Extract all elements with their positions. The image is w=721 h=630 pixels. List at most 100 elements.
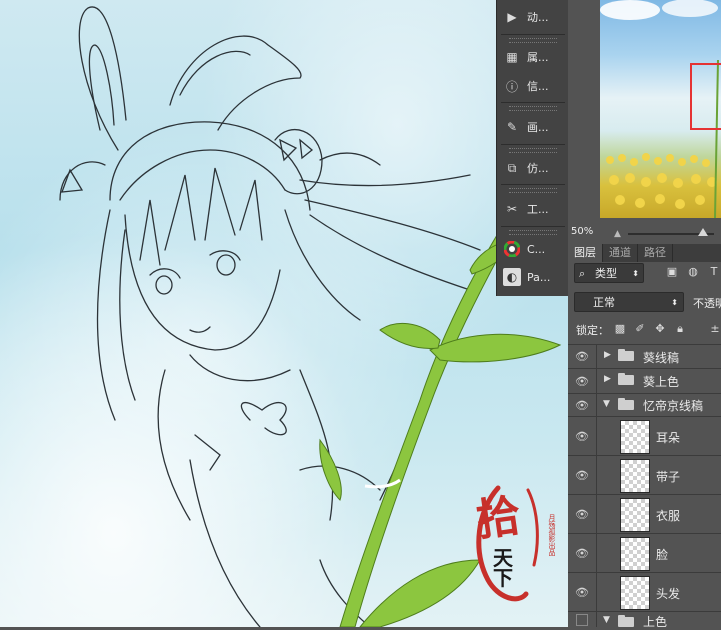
info-icon: ⓘ — [505, 79, 518, 94]
dock-item-color[interactable]: C... — [503, 236, 565, 262]
paths-app-icon: ◐ — [503, 268, 521, 286]
dock-divider — [501, 184, 565, 185]
layer-filter-select[interactable]: ⌕ 类型 ⬍ — [574, 263, 644, 283]
dock-item-label: 属... — [527, 51, 549, 64]
collapse-arrow-icon[interactable]: ▼ — [603, 399, 610, 409]
zoom-out-icon[interactable]: ▲ — [614, 229, 621, 239]
lock-label: 锁定： — [576, 324, 609, 337]
layer-group-row[interactable]: ▼ 上色 — [568, 612, 721, 629]
layers-panel-tabs: 图层 通道 路径 — [568, 244, 721, 262]
folder-open-icon — [618, 615, 634, 627]
image-filter-icon[interactable]: ▣ — [664, 264, 680, 280]
visibility-eye-icon[interactable]: 👁︎ — [568, 573, 597, 611]
tab-channels[interactable]: 通道 — [603, 244, 638, 262]
blend-mode-value: 正常 — [593, 296, 615, 309]
right-panel: 50% ▲ 图层 通道 路径 ⌕ 类型 ⬍ ▣ ◍ T 正常 ⬍ 不透明 锁定：… — [568, 0, 721, 629]
chevron-updown-icon: ⬍ — [632, 269, 639, 278]
blend-mode-select[interactable]: 正常 ⬍ — [574, 292, 684, 312]
navigator-view-box[interactable] — [690, 63, 721, 130]
visibility-eye-icon[interactable]: 👁︎ — [568, 394, 597, 416]
dock-item-properties[interactable]: ▦ 属... — [503, 44, 565, 70]
layer-thumbnail — [620, 459, 650, 493]
artist-seal: 拾 天下 月殇孤影出品 — [468, 470, 560, 610]
lock-image-brush-icon[interactable]: ✐ — [633, 322, 647, 336]
layer-name: 葵线稿 — [643, 351, 680, 365]
dock-divider — [501, 226, 565, 227]
collapsed-panel-dock: ▶ 动... ▦ 属... ⓘ 信... ✎ 画... ⧉ 仿... ✂ 工..… — [496, 0, 570, 296]
layers-list: 👁︎ ▶ 葵线稿 👁︎ ▶ 葵上色 👁︎ ▼ 忆帝京线稿 👁︎ 耳朵 👁︎ 带子 — [568, 344, 721, 629]
tool-presets-icon: ✂ — [506, 202, 518, 216]
chevron-updown-icon: ⬍ — [671, 298, 678, 307]
dock-item-label: 仿... — [527, 162, 549, 175]
layer-group-row[interactable]: 👁︎ ▶ 葵线稿 — [568, 344, 721, 369]
dock-item-actions[interactable]: ▶ 动... — [503, 4, 565, 30]
dock-grip[interactable] — [509, 38, 557, 43]
layer-row[interactable]: 👁︎ 带子 — [568, 456, 721, 495]
layer-name: 葵上色 — [643, 375, 680, 389]
brush-presets-icon: ✎ — [506, 120, 518, 134]
visibility-eye-icon[interactable]: 👁︎ — [568, 417, 597, 455]
properties-icon: ▦ — [506, 50, 518, 64]
layer-row[interactable]: 👁︎ 脸 — [568, 534, 721, 573]
expand-arrow-icon[interactable]: ▶ — [604, 374, 611, 384]
navigator-zoom-row: 50% ▲ — [568, 225, 721, 241]
clone-source-icon: ⧉ — [507, 160, 517, 175]
opacity-label: 不透明 — [693, 297, 721, 310]
play-actions-icon: ▶ — [507, 10, 517, 24]
expand-arrow-icon[interactable]: ▶ — [604, 350, 611, 360]
seal-sub-text: 天下 — [493, 546, 513, 590]
layer-group-row[interactable]: 👁︎ ▶ 葵上色 — [568, 369, 721, 394]
layer-name: 脸 — [656, 548, 669, 562]
zoom-value[interactable]: 50% — [571, 226, 593, 237]
folder-open-icon — [618, 398, 634, 410]
dock-item-paths-app[interactable]: ◐ Pa... — [503, 264, 565, 290]
dock-grip[interactable] — [509, 106, 557, 111]
dock-grip[interactable] — [509, 148, 557, 153]
layer-name: 忆帝京线稿 — [643, 399, 704, 413]
visibility-eye-box[interactable] — [568, 612, 597, 627]
layer-thumbnail — [620, 576, 650, 610]
adjustment-filter-icon[interactable]: ◍ — [685, 264, 701, 280]
visibility-eye-icon[interactable]: 👁︎ — [568, 345, 597, 368]
seal-side-text: 月殇孤影出品 — [548, 514, 556, 556]
layer-row[interactable]: 👁︎ 耳朵 — [568, 417, 721, 456]
document-canvas[interactable]: 拾 天下 月殇孤影出品 — [0, 0, 568, 627]
folder-icon — [618, 349, 634, 361]
layer-name: 头发 — [656, 587, 681, 601]
visibility-eye-icon[interactable]: 👁︎ — [568, 456, 597, 494]
dock-item-brush-presets[interactable]: ✎ 画... — [503, 114, 565, 140]
layer-thumbnail — [620, 537, 650, 571]
tab-paths[interactable]: 路径 — [638, 244, 673, 262]
layer-row[interactable]: 👁︎ 头发 — [568, 573, 721, 612]
navigator-preview[interactable] — [600, 0, 721, 218]
type-filter-icon[interactable]: T — [706, 264, 721, 280]
lock-all-padlock-icon[interactable]: 🔒︎ — [673, 322, 687, 336]
dock-item-label: 动... — [527, 11, 549, 24]
dock-grip[interactable] — [509, 188, 557, 193]
layer-row[interactable]: 👁︎ 衣服 — [568, 495, 721, 534]
dock-item-label: 画... — [527, 121, 549, 134]
lock-transparent-icon[interactable]: ▩ — [613, 322, 627, 336]
layer-thumbnail — [620, 420, 650, 454]
visibility-eye-icon[interactable]: 👁︎ — [568, 369, 597, 393]
zoom-slider-knob[interactable] — [698, 228, 708, 236]
layer-name: 耳朵 — [656, 431, 681, 445]
dock-item-info[interactable]: ⓘ 信... — [503, 73, 565, 99]
dock-item-label: 信... — [527, 80, 549, 93]
layer-name: 带子 — [656, 470, 681, 484]
color-wheel-icon — [503, 240, 521, 258]
dock-item-label: 工... — [527, 203, 549, 216]
visibility-eye-icon[interactable]: 👁︎ — [568, 534, 597, 572]
search-icon: ⌕ — [579, 267, 586, 280]
seal-main-character: 拾 — [473, 490, 524, 547]
lock-position-move-icon[interactable]: ✥ — [653, 322, 667, 336]
dock-item-tool-presets[interactable]: ✂ 工... — [503, 196, 565, 222]
layer-group-row[interactable]: 👁︎ ▼ 忆帝京线稿 — [568, 394, 721, 417]
dock-grip[interactable] — [509, 230, 557, 235]
tab-layers[interactable]: 图层 — [568, 244, 603, 262]
fill-label-truncated: ± — [710, 322, 720, 335]
dock-item-clone-source[interactable]: ⧉ 仿... — [503, 155, 565, 181]
dock-item-label: Pa... — [527, 270, 551, 284]
collapse-arrow-icon[interactable]: ▼ — [603, 615, 610, 625]
visibility-eye-icon[interactable]: 👁︎ — [568, 495, 597, 533]
